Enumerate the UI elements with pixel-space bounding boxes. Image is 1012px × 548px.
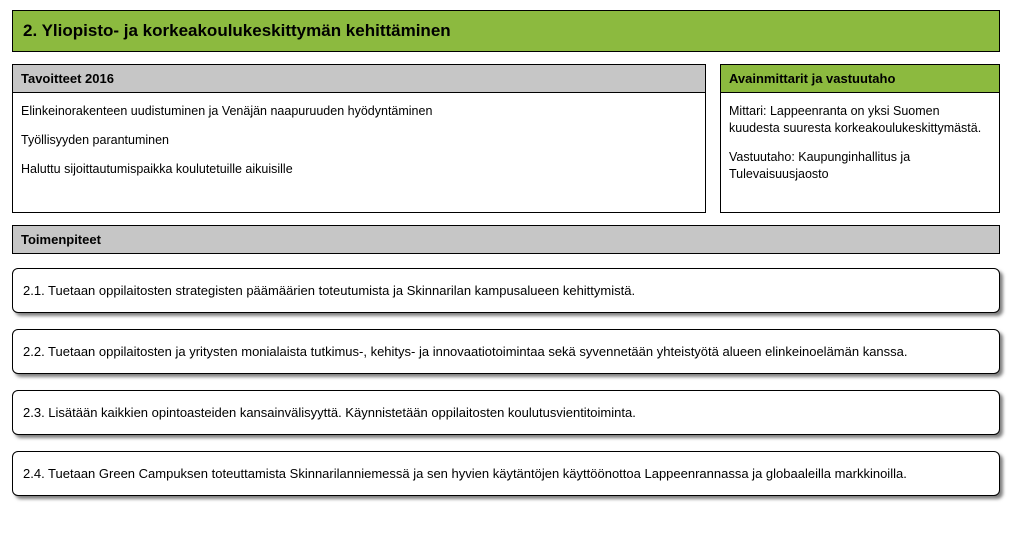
action-item: 2.2. Tuetaan oppilaitosten ja yritysten … <box>12 329 1000 374</box>
top-row: Tavoitteet 2016 Elinkeinorakenteen uudis… <box>12 64 1000 213</box>
metrics-header: Avainmittarit ja vastuutaho <box>720 64 1000 93</box>
actions-header: Toimenpiteet <box>12 225 1000 254</box>
action-item: 2.4. Tuetaan Green Campuksen toteuttamis… <box>12 451 1000 496</box>
metric-item: Vastuutaho: Kaupunginhallitus ja Tulevai… <box>729 149 991 183</box>
metrics-column: Avainmittarit ja vastuutaho Mittari: Lap… <box>720 64 1000 213</box>
metrics-content: Mittari: Lappeenranta on yksi Suomen kuu… <box>720 93 1000 213</box>
goal-item: Elinkeinorakenteen uudistuminen ja Venäj… <box>21 103 697 120</box>
metric-item: Mittari: Lappeenranta on yksi Suomen kuu… <box>729 103 991 137</box>
goals-header: Tavoitteet 2016 <box>12 64 706 93</box>
goals-column: Tavoitteet 2016 Elinkeinorakenteen uudis… <box>12 64 706 213</box>
goals-content: Elinkeinorakenteen uudistuminen ja Venäj… <box>12 93 706 213</box>
action-item: 2.1. Tuetaan oppilaitosten strategisten … <box>12 268 1000 313</box>
section-title: 2. Yliopisto- ja korkeakoulukeskittymän … <box>12 10 1000 52</box>
goal-item: Haluttu sijoittautumispaikka koulutetuil… <box>21 161 697 178</box>
goal-item: Työllisyyden parantuminen <box>21 132 697 149</box>
action-item: 2.3. Lisätään kaikkien opintoasteiden ka… <box>12 390 1000 435</box>
